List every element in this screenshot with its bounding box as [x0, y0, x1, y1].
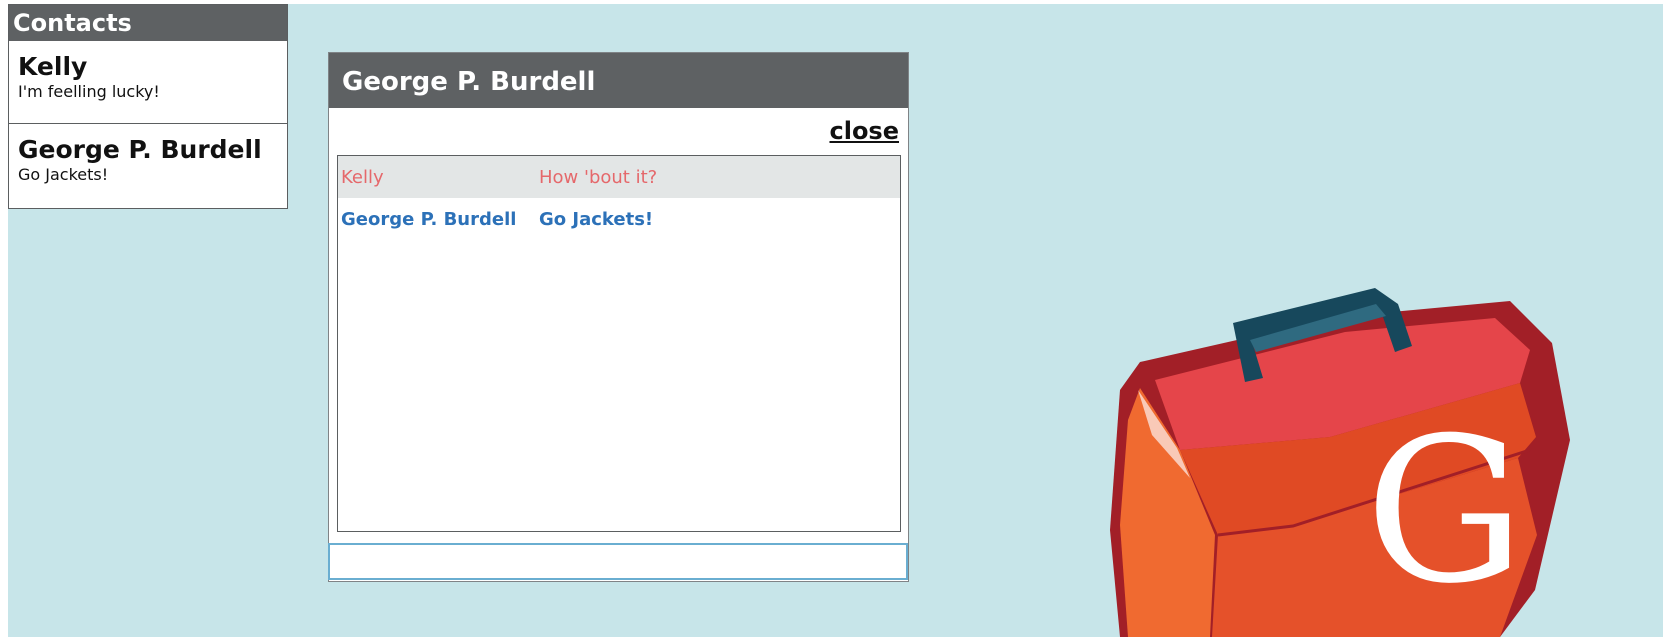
close-row: close — [329, 108, 908, 154]
chat-title: George P. Burdell — [329, 53, 908, 108]
contact-status: I'm feelling lucky! — [18, 82, 160, 101]
left-edge — [0, 0, 8, 637]
chat-window: George P. Burdell close Kelly How 'bout … — [328, 52, 909, 582]
contact-item-kelly[interactable]: Kelly I'm feelling lucky! — [9, 41, 287, 124]
message-row: George P. Burdell Go Jackets! — [338, 198, 900, 240]
contact-name: George P. Burdell — [18, 135, 262, 164]
gwt-toolbox-logo: G — [1110, 288, 1570, 637]
message-row: Kelly How 'bout it? — [338, 156, 900, 198]
contact-item-george[interactable]: George P. Burdell Go Jackets! — [9, 124, 287, 207]
contacts-title: Contacts — [9, 5, 287, 41]
contact-name: Kelly — [18, 52, 88, 81]
close-link[interactable]: close — [829, 117, 899, 145]
message-sender: Kelly — [341, 166, 384, 188]
logo-letter: G — [1365, 395, 1525, 628]
message-sender: George P. Burdell — [341, 208, 517, 230]
message-text: How 'bout it? — [539, 166, 658, 188]
message-text: Go Jackets! — [539, 208, 654, 230]
contacts-panel: Contacts Kelly I'm feelling lucky! Georg… — [8, 4, 288, 209]
message-input[interactable] — [328, 543, 908, 580]
message-list: Kelly How 'bout it? George P. Burdell Go… — [337, 155, 901, 532]
contact-status: Go Jackets! — [18, 165, 109, 184]
